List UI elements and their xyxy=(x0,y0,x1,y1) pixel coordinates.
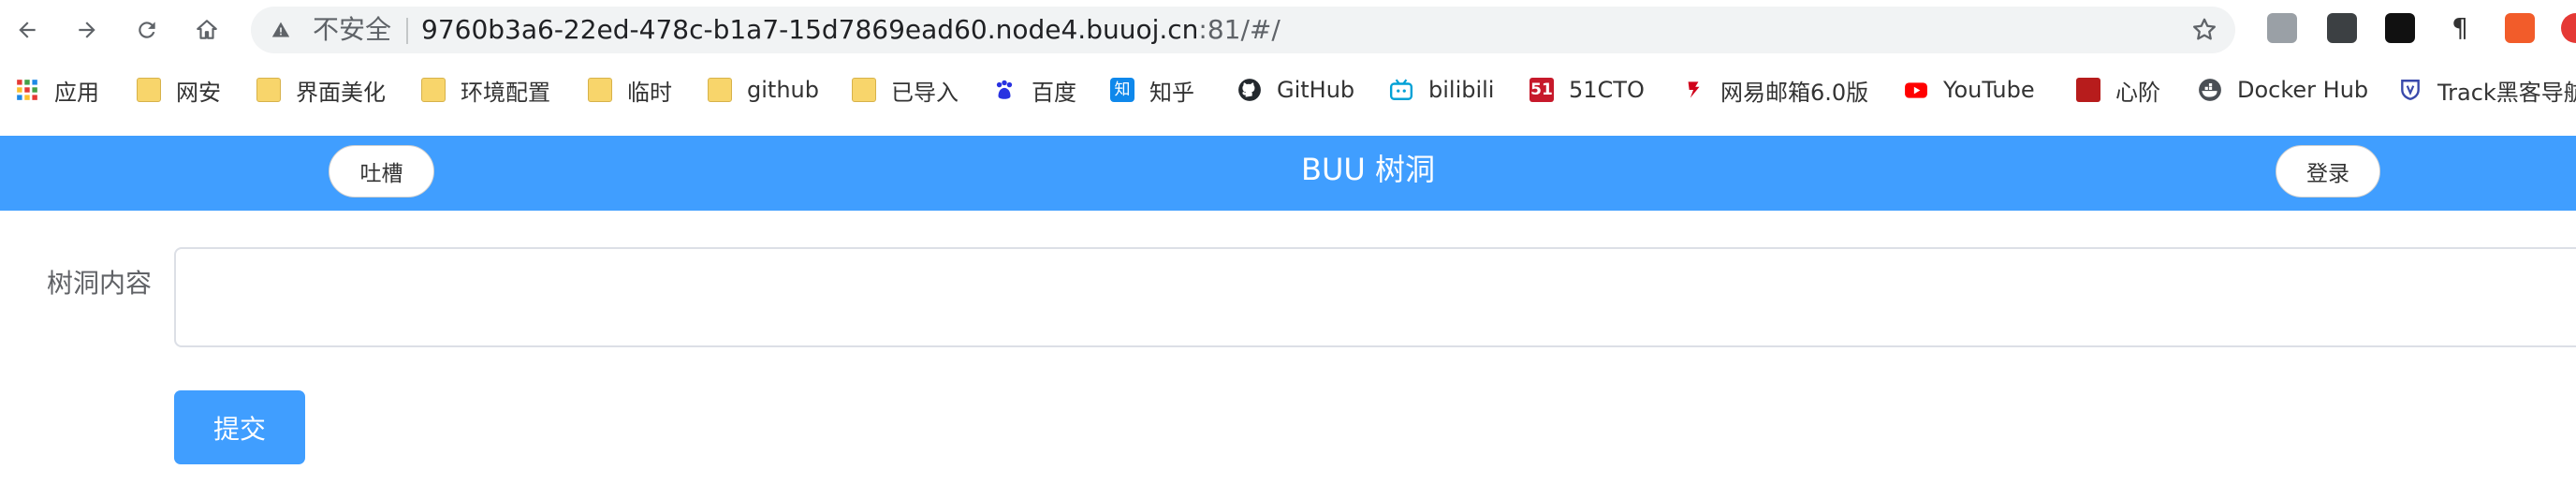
bookmarks-bar: 应用 网安 界面美化 环境配置 临时 github 已导入 百度 知 知乎 Gi… xyxy=(0,63,2576,117)
folder-icon xyxy=(588,78,612,102)
bookmark-star-icon[interactable] xyxy=(2190,16,2218,44)
track-icon xyxy=(2398,78,2422,102)
omnibox-divider xyxy=(406,18,408,44)
tampermonkey-extension-icon[interactable] xyxy=(2385,13,2415,43)
forward-arrow-icon xyxy=(79,22,95,38)
docker-icon xyxy=(2198,78,2222,102)
url-path: :81/#/ xyxy=(1198,14,1281,45)
github-icon xyxy=(1237,78,1262,102)
bookmark-label: bilibili xyxy=(1428,77,1495,103)
security-status-label[interactable]: 不安全 xyxy=(313,14,391,46)
header-banner: 吐槽 BUU 树洞 登录 xyxy=(0,136,2576,211)
bookmark-xinjie[interactable]: 心阶 xyxy=(2076,75,2160,106)
home-button[interactable] xyxy=(193,16,221,44)
baidu-icon xyxy=(992,78,1017,102)
folder-icon xyxy=(256,78,281,102)
url-host: 9760b3a6-22ed-478c-b1a7-15d7869ead60.nod… xyxy=(421,14,1199,45)
content-label: 树洞内容 xyxy=(47,268,153,299)
terminal-extension-icon[interactable] xyxy=(2327,13,2357,43)
reload-button[interactable] xyxy=(133,16,161,44)
bookmark-netease-mail[interactable]: 网易邮箱6.0版 xyxy=(1681,75,1869,106)
bookmark-label: Docker Hub xyxy=(2237,77,2369,103)
bookmark-label: 临时 xyxy=(627,79,672,106)
warning-triangle-icon[interactable] xyxy=(271,21,290,39)
login-button[interactable]: 登录 xyxy=(2276,145,2380,198)
folder-icon xyxy=(708,78,732,102)
bookmark-zhihu[interactable]: 知 知乎 xyxy=(1110,75,1194,106)
complain-button[interactable]: 吐槽 xyxy=(329,145,434,198)
bookmark-folder-env[interactable]: 环境配置 xyxy=(421,75,550,106)
reload-icon xyxy=(139,22,155,38)
bookmark-github[interactable]: GitHub xyxy=(1237,75,1354,105)
bookmark-folder-wangan[interactable]: 网安 xyxy=(137,75,221,106)
translate-extension-icon[interactable] xyxy=(2505,13,2535,43)
bookmark-label: GitHub xyxy=(1277,77,1355,103)
bilibili-icon xyxy=(1389,78,1413,102)
bookmark-51cto[interactable]: 51 51CTO xyxy=(1530,75,1645,105)
pilcrow-extension-icon[interactable]: ¶ xyxy=(2445,13,2475,43)
51cto-icon: 51 xyxy=(1530,78,1554,102)
netease-mail-icon xyxy=(1681,78,1705,102)
bookmark-track[interactable]: Track黑客导航 xyxy=(2398,75,2576,106)
bookmark-label: 51CTO xyxy=(1569,77,1645,103)
youtube-icon xyxy=(1904,78,1928,102)
bookmark-folder-imported[interactable]: 已导入 xyxy=(852,75,959,106)
bookmark-youtube[interactable]: YouTube xyxy=(1904,75,2035,105)
bookmark-folder-temp[interactable]: 临时 xyxy=(588,75,672,106)
browser-toolbar: 不安全 9760b3a6-22ed-478c-b1a7-15d7869ead60… xyxy=(0,0,2576,63)
submit-button[interactable]: 提交 xyxy=(174,390,305,464)
bookmark-label: 心阶 xyxy=(2115,79,2160,106)
content-textarea[interactable] xyxy=(174,247,2576,347)
bookmark-folder-ui[interactable]: 界面美化 xyxy=(256,75,386,106)
bookmark-bilibili[interactable]: bilibili xyxy=(1389,75,1494,105)
bookmark-label: github xyxy=(747,77,819,103)
address-bar[interactable]: 不安全 9760b3a6-22ed-478c-b1a7-15d7869ead60… xyxy=(251,7,2235,53)
bookmark-label: 网安 xyxy=(176,79,221,106)
bookmark-apps[interactable]: 应用 xyxy=(15,75,99,106)
adblock-extension-icon[interactable] xyxy=(2561,13,2576,43)
folder-icon xyxy=(137,78,161,102)
bookmark-label: 知乎 xyxy=(1149,79,1194,106)
zhihu-icon: 知 xyxy=(1110,78,1134,102)
bookmark-label: 网易邮箱6.0版 xyxy=(1720,79,1869,106)
back-button[interactable] xyxy=(13,16,41,44)
home-icon xyxy=(197,20,217,39)
bookmark-label: Track黑客导航 xyxy=(2437,79,2576,106)
bookmark-folder-github[interactable]: github xyxy=(708,75,819,105)
forward-button[interactable] xyxy=(73,16,101,44)
bookmark-label: 已导入 xyxy=(891,79,959,106)
bookmark-docker-hub[interactable]: Docker Hub xyxy=(2198,75,2368,105)
bookmark-label: 应用 xyxy=(54,79,99,106)
download-extension-icon[interactable] xyxy=(2267,13,2297,43)
apps-grid-icon xyxy=(15,78,39,102)
back-arrow-icon xyxy=(19,22,36,38)
page-title: BUU 树洞 xyxy=(1301,152,1435,187)
url-text[interactable]: 9760b3a6-22ed-478c-b1a7-15d7869ead60.nod… xyxy=(421,14,1281,46)
bookmark-baidu[interactable]: 百度 xyxy=(992,75,1076,106)
bookmark-label: 环境配置 xyxy=(461,79,550,106)
bookmark-label: 百度 xyxy=(1032,79,1076,106)
folder-icon xyxy=(852,78,876,102)
xinjie-icon xyxy=(2076,78,2100,102)
bookmark-label: 界面美化 xyxy=(296,79,386,106)
bookmark-label: YouTube xyxy=(1943,77,2035,103)
folder-icon xyxy=(421,78,446,102)
